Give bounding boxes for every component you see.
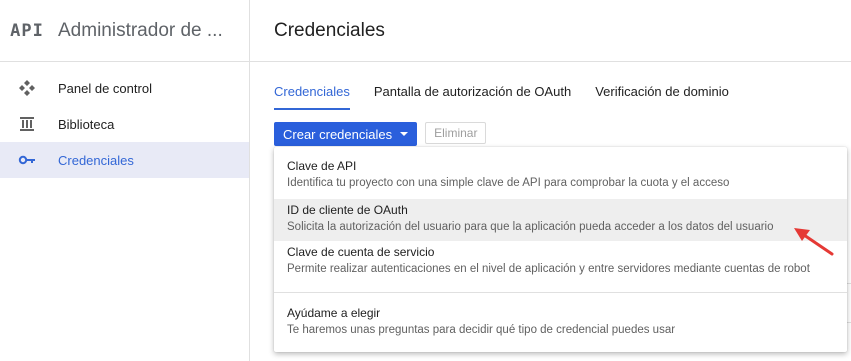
- menu-item-help-me-choose[interactable]: Ayúdame a elegir Te haremos unas pregunt…: [274, 305, 847, 338]
- delete-button[interactable]: Eliminar: [425, 122, 487, 144]
- caret-down-icon: [400, 132, 409, 136]
- key-icon: [17, 150, 37, 170]
- tab-bar: Credenciales Pantalla de autorización de…: [274, 84, 753, 110]
- toolbar: Crear credenciales Eliminar: [274, 122, 487, 146]
- page-title: Credenciales: [274, 19, 385, 41]
- sidebar-item-label: Credenciales: [58, 152, 134, 168]
- menu-item-description: Identifica tu proyecto con una simple cl…: [287, 177, 730, 189]
- create-credentials-menu: Clave de API Identifica tu proyecto con …: [274, 147, 847, 352]
- sidebar-item-credentials[interactable]: Credenciales: [0, 142, 249, 178]
- tab-oauth-consent[interactable]: Pantalla de autorización de OAuth: [374, 84, 571, 108]
- sidebar-nav: Panel de control Biblioteca Credenciales: [0, 70, 249, 178]
- menu-item-service-account-key[interactable]: Clave de cuenta de servicio Permite real…: [274, 244, 847, 277]
- menu-item-description: Permite realizar autenticaciones en el n…: [287, 263, 810, 275]
- menu-separator: [274, 292, 847, 293]
- dashboard-icon: [17, 78, 37, 98]
- annotation-arrow-icon: [794, 228, 834, 256]
- menu-item-title: ID de cliente de OAuth: [287, 203, 408, 217]
- app-title[interactable]: Administrador de ...: [58, 20, 223, 42]
- menu-item-title: Ayúdame a elegir: [287, 306, 381, 320]
- menu-item-description: Te haremos unas preguntas para decidir q…: [287, 324, 676, 336]
- sidebar-item-library[interactable]: Biblioteca: [0, 106, 249, 142]
- sidebar-item-dashboard[interactable]: Panel de control: [0, 70, 249, 106]
- sidebar: API Administrador de ... Panel de contro…: [0, 0, 250, 361]
- sidebar-item-label: Panel de control: [58, 80, 152, 96]
- sidebar-item-label: Biblioteca: [58, 116, 115, 132]
- create-credentials-button[interactable]: Crear credenciales: [274, 122, 418, 146]
- tab-credentials[interactable]: Credenciales: [274, 84, 350, 110]
- library-icon: [17, 114, 37, 134]
- sidebar-header: API Administrador de ...: [0, 0, 249, 62]
- api-logo[interactable]: API: [10, 21, 44, 41]
- menu-item-api-key[interactable]: Clave de API Identifica tu proyecto con …: [274, 158, 847, 191]
- menu-item-title: Clave de cuenta de servicio: [287, 245, 435, 259]
- tab-domain-verification[interactable]: Verificación de dominio: [595, 84, 729, 108]
- menu-item-description: Solicita la autorización del usuario par…: [287, 221, 774, 233]
- menu-item-oauth-client-id[interactable]: ID de cliente de OAuth Solicita la autor…: [274, 199, 847, 241]
- create-credentials-label: Crear credenciales: [283, 126, 393, 142]
- menu-item-title: Clave de API: [287, 159, 357, 173]
- main-header: Credenciales: [250, 0, 851, 62]
